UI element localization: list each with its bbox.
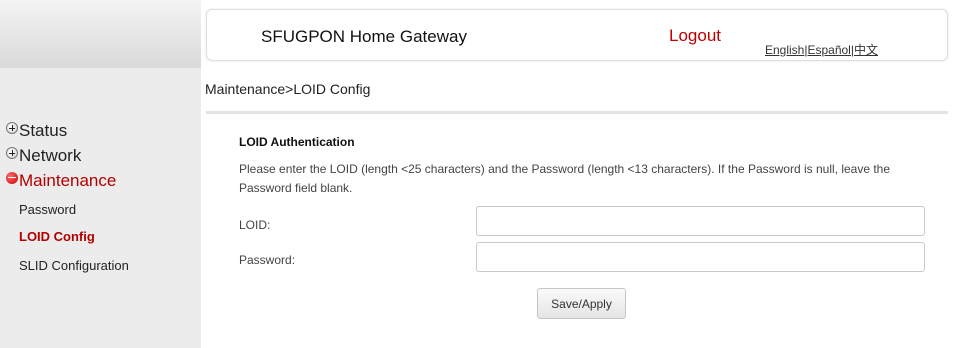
plus-icon xyxy=(6,122,18,134)
language-selector: English|Español|中文 xyxy=(765,41,878,58)
plus-icon xyxy=(6,147,18,159)
sidebar-item-slid-configuration[interactable]: SLID Configuration xyxy=(19,258,129,274)
sidebar-item-password[interactable]: Password xyxy=(19,202,76,218)
save-apply-button[interactable]: Save/Apply xyxy=(537,288,626,319)
gateway-title: SFUGPON Home Gateway xyxy=(261,27,467,46)
sidebar-group-label: Network xyxy=(19,146,82,165)
loid-label: LOID: xyxy=(239,218,271,232)
sidebar-item-loid-config[interactable]: LOID Config xyxy=(19,229,95,245)
sidebar-group-label: Status xyxy=(19,121,68,140)
loid-input[interactable] xyxy=(476,206,925,236)
sidebar-header-area xyxy=(0,0,201,68)
minus-icon xyxy=(6,172,18,184)
language-link-chinese[interactable]: 中文 xyxy=(854,43,878,57)
header-bar: SFUGPON Home Gateway Logout English|Espa… xyxy=(206,9,948,61)
sidebar: Status Network Maintenance Password LOID… xyxy=(0,0,201,348)
sidebar-group-status[interactable]: Status xyxy=(6,121,67,141)
password-label: Password: xyxy=(239,253,296,267)
logout-link[interactable]: Logout xyxy=(669,26,721,46)
section-title: LOID Authentication xyxy=(239,135,355,149)
breadcrumb: Maintenance>LOID Config xyxy=(205,81,371,97)
sidebar-group-label: Maintenance xyxy=(19,171,117,190)
form-description: Please enter the LOID (length <25 charac… xyxy=(239,162,891,195)
divider xyxy=(206,111,948,114)
sidebar-group-maintenance[interactable]: Maintenance xyxy=(6,171,116,191)
password-input[interactable] xyxy=(476,242,925,272)
sidebar-group-network[interactable]: Network xyxy=(6,146,81,166)
language-link-english[interactable]: English xyxy=(765,43,804,57)
language-link-espanol[interactable]: Español xyxy=(807,43,850,57)
